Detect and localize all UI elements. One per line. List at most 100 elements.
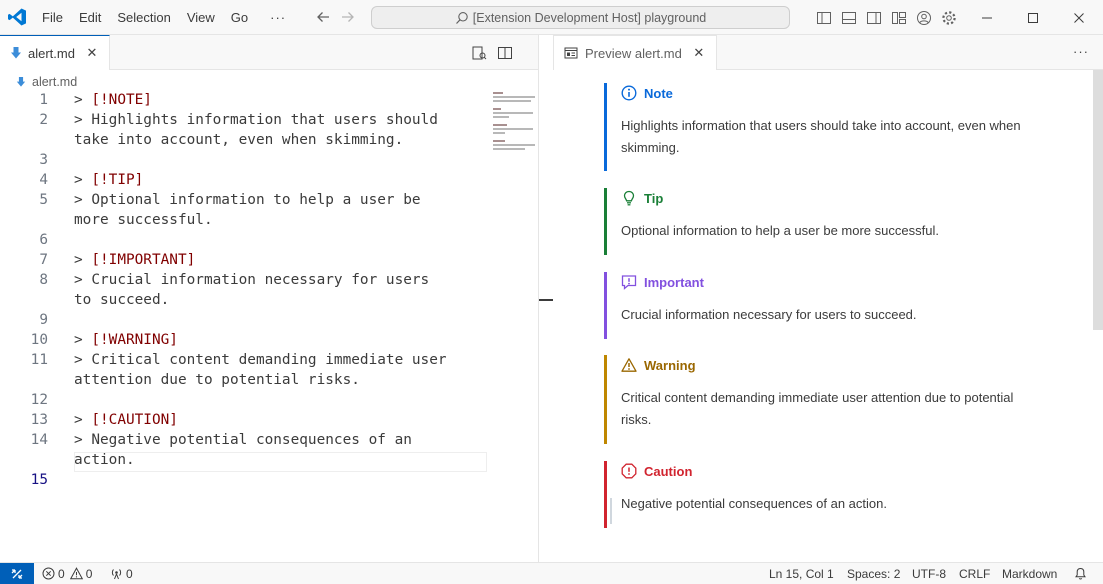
markdown-file-icon <box>11 47 21 59</box>
tab-preview-alert-md[interactable]: Preview alert.md ✕ <box>553 35 717 70</box>
language-mode[interactable]: Markdown <box>1002 563 1057 584</box>
close-icon <box>1074 12 1084 23</box>
close-window-button[interactable] <box>1056 0 1102 35</box>
code-editor[interactable]: 1 > [!NOTE] 2 > Highlights information that… <box>0 90 490 490</box>
line-content: Highlights information that users should <box>91 112 438 128</box>
code-line[interactable]: to succeed. <box>0 290 490 310</box>
line-content: Crucial information necessary for users <box>91 272 430 288</box>
code-line[interactable]: more successful. <box>0 210 490 230</box>
nested-quote-bar <box>610 498 612 524</box>
tab-alert-md[interactable]: alert.md ✕ <box>0 35 110 70</box>
preview-tab-close-button[interactable]: ✕ <box>692 45 706 60</box>
code-line[interactable]: 13 > [!CAUTION] <box>0 410 490 430</box>
minimize-icon <box>982 17 992 18</box>
line-text: to succeed. <box>74 290 169 310</box>
line-text: > Negative potential consequences of an <box>74 430 412 450</box>
tab-close-button[interactable]: ✕ <box>85 45 99 60</box>
gear-icon <box>942 10 956 25</box>
toggle-secondary-sidebar-button[interactable] <box>865 9 883 27</box>
notifications-button[interactable] <box>1074 563 1090 584</box>
line-number: 4 <box>39 172 48 188</box>
code-line[interactable]: 8 > Crucial information necessary for use… <box>0 270 490 290</box>
menu-file[interactable]: File <box>34 6 71 30</box>
alert-tag: [!NOTE] <box>91 92 152 108</box>
problems-indicator[interactable]: 0 0 <box>42 563 92 584</box>
menu-go[interactable]: Go <box>223 6 256 30</box>
toggle-panel-button[interactable] <box>840 9 858 27</box>
toggle-sidebar-icon <box>817 11 831 24</box>
toggle-sidebar-button[interactable] <box>815 9 833 27</box>
code-line[interactable]: 7 > [!IMPORTANT] <box>0 250 490 270</box>
forward-button[interactable] <box>339 8 357 26</box>
warning-icon <box>621 358 637 372</box>
search-icon <box>455 11 468 24</box>
open-preview-icon[interactable] <box>471 45 487 61</box>
code-line[interactable]: 11 > Critical content demanding immediate… <box>0 350 490 370</box>
code-line[interactable]: 1 > [!NOTE] <box>0 90 490 110</box>
code-line[interactable]: take into account, even when skimming. <box>0 130 490 150</box>
lightbulb-icon <box>623 190 635 206</box>
code-line[interactable]: 6 <box>0 230 490 250</box>
code-line[interactable]: attention due to potential risks. <box>0 370 490 390</box>
alert-warning-title: Warning <box>644 357 696 373</box>
remote-icon <box>11 569 23 579</box>
minimap[interactable] <box>493 90 537 150</box>
editor-tabs: alert.md ✕ <box>0 35 539 70</box>
code-line[interactable]: 14 > Negative potential consequences of a… <box>0 430 490 450</box>
code-line[interactable]: 15 <box>0 470 490 490</box>
menu-selection[interactable]: Selection <box>109 6 178 30</box>
editor-group-left: alert.md ✕ alert.md 1 > [!NOTE] 2 > Highlig… <box>0 35 553 562</box>
menu-edit[interactable]: Edit <box>71 6 109 30</box>
error-count: 0 <box>58 566 65 581</box>
line-text: > Optional information to help a user be <box>74 190 421 210</box>
encoding[interactable]: UTF-8 <box>912 563 946 584</box>
code-line[interactable]: 9 <box>0 310 490 330</box>
split-editor-icon[interactable] <box>497 45 513 61</box>
alert-warning-body: Critical content demanding immediate use… <box>621 390 1014 427</box>
code-line[interactable]: 5 > Optional information to help a user b… <box>0 190 490 210</box>
warning-icon <box>69 567 83 580</box>
code-line[interactable]: 3 <box>0 150 490 170</box>
toggle-panel-icon <box>842 11 856 24</box>
back-button[interactable] <box>314 8 332 26</box>
preview-scrollbar[interactable] <box>1093 70 1103 330</box>
status-bar: 0 0 0 Ln 15, Col 1 Spaces: 2 UTF-8 CRLF … <box>0 562 1103 584</box>
alert-important-body: Crucial information necessary for users … <box>621 307 917 322</box>
broadcast-icon <box>111 569 122 580</box>
maximize-button[interactable] <box>1010 0 1056 35</box>
alert-warning: Warning Critical content demanding immed… <box>604 355 1034 444</box>
arrow-right-icon <box>342 12 354 22</box>
line-number: 11 <box>30 352 48 368</box>
code-line[interactable]: 10 > [!WARNING] <box>0 330 490 350</box>
line-number: 15 <box>30 472 48 488</box>
alert-tip: Tip Optional information to help a user … <box>604 188 1034 255</box>
end-of-line[interactable]: CRLF <box>959 563 990 584</box>
command-center-label: [Extension Development Host] playground <box>472 10 707 25</box>
quote-marker: > <box>74 412 92 428</box>
line-text: more successful. <box>74 210 213 230</box>
menu-view[interactable]: View <box>179 6 223 30</box>
title-bar: File Edit Selection View Go ··· [Extensi… <box>0 0 1103 35</box>
alert-caution-title: Caution <box>644 463 693 479</box>
minimize-button[interactable] <box>964 0 1010 35</box>
remote-indicator[interactable] <box>0 563 34 584</box>
alert-tip-title: Tip <box>644 190 664 206</box>
code-line[interactable]: 2 > Highlights information that users sho… <box>0 110 490 130</box>
indentation[interactable]: Spaces: 2 <box>847 563 900 584</box>
customize-layout-button[interactable] <box>890 9 908 27</box>
more-actions-button[interactable]: ··· <box>1073 44 1089 60</box>
settings-button[interactable] <box>940 9 958 27</box>
account-button[interactable] <box>915 9 933 27</box>
warning-count: 0 <box>85 566 93 581</box>
code-line[interactable]: 12 <box>0 390 490 410</box>
breadcrumb[interactable]: alert.md <box>16 72 77 92</box>
cursor-position[interactable]: Ln 15, Col 1 <box>769 563 834 584</box>
vscode-logo-icon <box>7 7 27 27</box>
alert-tag: [!IMPORTANT] <box>91 252 196 268</box>
line-number: 8 <box>39 272 48 288</box>
alert-note-body: Highlights information that users should… <box>621 118 1021 155</box>
code-line[interactable]: 4 > [!TIP] <box>0 170 490 190</box>
command-center[interactable]: [Extension Development Host] playground <box>371 6 790 29</box>
ports-indicator[interactable]: 0 <box>110 563 133 584</box>
menu-more[interactable]: ··· <box>256 6 294 30</box>
